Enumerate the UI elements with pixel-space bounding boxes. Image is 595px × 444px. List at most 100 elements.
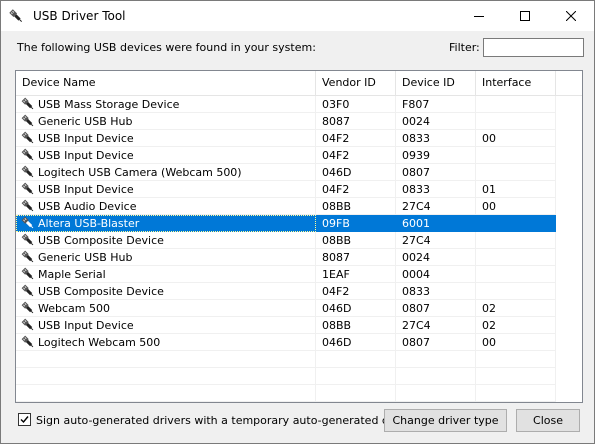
device-id-cell: 27C4 xyxy=(396,317,476,334)
usb-plug-icon xyxy=(21,250,34,263)
device-row[interactable]: Altera USB-Blaster 09FB 6001 xyxy=(16,215,582,232)
device-row[interactable]: USB Input Device 04F2 0833 00 xyxy=(16,130,582,147)
device-name-cell: Logitech Webcam 500 xyxy=(16,334,316,351)
device-row[interactable]: Generic USB Hub 8087 0024 xyxy=(16,113,582,130)
vendor-id: 8087 xyxy=(322,251,350,264)
device-name: USB Mass Storage Device xyxy=(38,98,180,111)
vendor-id-cell: 08BB xyxy=(316,317,396,334)
vendor-id-cell: 1EAF xyxy=(316,266,396,283)
usb-plug-icon xyxy=(21,284,34,297)
device-name-cell: USB Composite Device xyxy=(16,232,316,249)
column-header-interface[interactable]: Interface xyxy=(476,71,556,95)
column-header-device-name[interactable]: Device Name xyxy=(16,71,316,95)
empty-row xyxy=(16,385,582,402)
empty-cell xyxy=(476,368,556,385)
device-id-cell: 0024 xyxy=(396,113,476,130)
interface-cell xyxy=(476,266,556,283)
close-icon xyxy=(566,11,576,21)
device-row[interactable]: Maple Serial 1EAF 0004 xyxy=(16,266,582,283)
change-driver-type-button[interactable]: Change driver type xyxy=(384,409,507,432)
device-name: USB Input Device xyxy=(38,183,134,196)
vendor-id: 04F2 xyxy=(322,183,350,196)
device-name: Altera USB-Blaster xyxy=(38,217,140,230)
device-name: USB Composite Device xyxy=(38,285,164,298)
device-name-cell: Logitech USB Camera (Webcam 500) xyxy=(16,164,316,181)
filter-input[interactable] xyxy=(483,38,584,57)
device-id: 0939 xyxy=(402,149,430,162)
empty-cell xyxy=(396,385,476,402)
list-header: Device Name Vendor ID Device ID Interfac… xyxy=(16,71,582,96)
maximize-button[interactable] xyxy=(502,1,548,31)
device-name: USB Input Device xyxy=(38,319,134,332)
usb-plug-icon xyxy=(21,335,34,348)
interface-cell: 00 xyxy=(476,334,556,351)
device-row[interactable]: Generic USB Hub 8087 0024 xyxy=(16,249,582,266)
device-id-cell: 0833 xyxy=(396,283,476,300)
checkmark-icon xyxy=(20,416,29,424)
device-name-cell: USB Input Device xyxy=(16,130,316,147)
interface: 02 xyxy=(482,319,496,332)
device-row[interactable]: USB Composite Device 04F2 0833 xyxy=(16,283,582,300)
interface-cell xyxy=(476,249,556,266)
device-row[interactable]: USB Mass Storage Device 03F0 F807 xyxy=(16,96,582,113)
vendor-id-cell: 08BB xyxy=(316,232,396,249)
device-name-cell: USB Input Device xyxy=(16,317,316,334)
interface-cell xyxy=(476,147,556,164)
device-id-cell: 27C4 xyxy=(396,232,476,249)
vendor-id: 08BB xyxy=(322,200,352,213)
column-header-device-id[interactable]: Device ID xyxy=(396,71,476,95)
device-list[interactable]: Device Name Vendor ID Device ID Interfac… xyxy=(15,70,583,403)
device-id: 27C4 xyxy=(402,319,431,332)
device-id-cell: 0833 xyxy=(396,181,476,198)
devices-found-label: The following USB devices were found in … xyxy=(17,41,316,54)
empty-cell xyxy=(316,351,396,368)
device-row[interactable]: USB Composite Device 08BB 27C4 xyxy=(16,232,582,249)
empty-row xyxy=(16,368,582,385)
vendor-id-cell: 04F2 xyxy=(316,130,396,147)
sign-drivers-checkbox[interactable] xyxy=(18,413,31,426)
empty-cell xyxy=(476,351,556,368)
usb-plug-icon xyxy=(9,9,23,23)
interface-cell xyxy=(476,96,556,113)
device-name-cell: Altera USB-Blaster xyxy=(16,215,316,232)
device-id: F807 xyxy=(402,98,430,111)
maximize-icon xyxy=(520,11,530,21)
window-title: USB Driver Tool xyxy=(33,9,126,23)
device-row[interactable]: Webcam 500 046D 0807 02 xyxy=(16,300,582,317)
device-row[interactable]: USB Input Device 08BB 27C4 02 xyxy=(16,317,582,334)
sign-drivers-label: Sign auto-generated drivers with a tempo… xyxy=(36,414,438,427)
vendor-id-cell: 8087 xyxy=(316,113,396,130)
close-button[interactable]: Close xyxy=(516,409,580,432)
vendor-id: 08BB xyxy=(322,319,352,332)
interface: 01 xyxy=(482,183,496,196)
device-row[interactable]: USB Audio Device 08BB 27C4 00 xyxy=(16,198,582,215)
minimize-button[interactable] xyxy=(456,1,502,31)
column-header-vendor-id[interactable]: Vendor ID xyxy=(316,71,396,95)
device-row[interactable]: USB Input Device 04F2 0833 01 xyxy=(16,181,582,198)
device-id: 0004 xyxy=(402,268,430,281)
device-name: Webcam 500 xyxy=(38,302,110,315)
device-id: 27C4 xyxy=(402,234,431,247)
device-id-cell: 0004 xyxy=(396,266,476,283)
device-name-cell: USB Input Device xyxy=(16,147,316,164)
vendor-id: 046D xyxy=(322,166,352,179)
usb-plug-icon xyxy=(21,199,34,212)
usb-plug-icon xyxy=(21,301,34,314)
close-window-button[interactable] xyxy=(548,1,594,31)
device-row[interactable]: Logitech Webcam 500 046D 0807 00 xyxy=(16,334,582,351)
device-name-cell: Generic USB Hub xyxy=(16,113,316,130)
device-row[interactable]: Logitech USB Camera (Webcam 500) 046D 0807 xyxy=(16,164,582,181)
device-id: 0807 xyxy=(402,302,430,315)
empty-row xyxy=(16,351,582,368)
device-id: 0833 xyxy=(402,183,430,196)
empty-cell xyxy=(16,351,316,368)
device-id: 0807 xyxy=(402,336,430,349)
device-row[interactable]: USB Input Device 04F2 0939 xyxy=(16,147,582,164)
usb-plug-icon xyxy=(21,165,34,178)
title-bar[interactable]: USB Driver Tool xyxy=(1,1,594,31)
vendor-id-cell: 046D xyxy=(316,334,396,351)
interface-cell xyxy=(476,283,556,300)
vendor-id-cell: 08BB xyxy=(316,198,396,215)
usb-plug-icon xyxy=(21,267,34,280)
minimize-icon xyxy=(474,16,484,17)
